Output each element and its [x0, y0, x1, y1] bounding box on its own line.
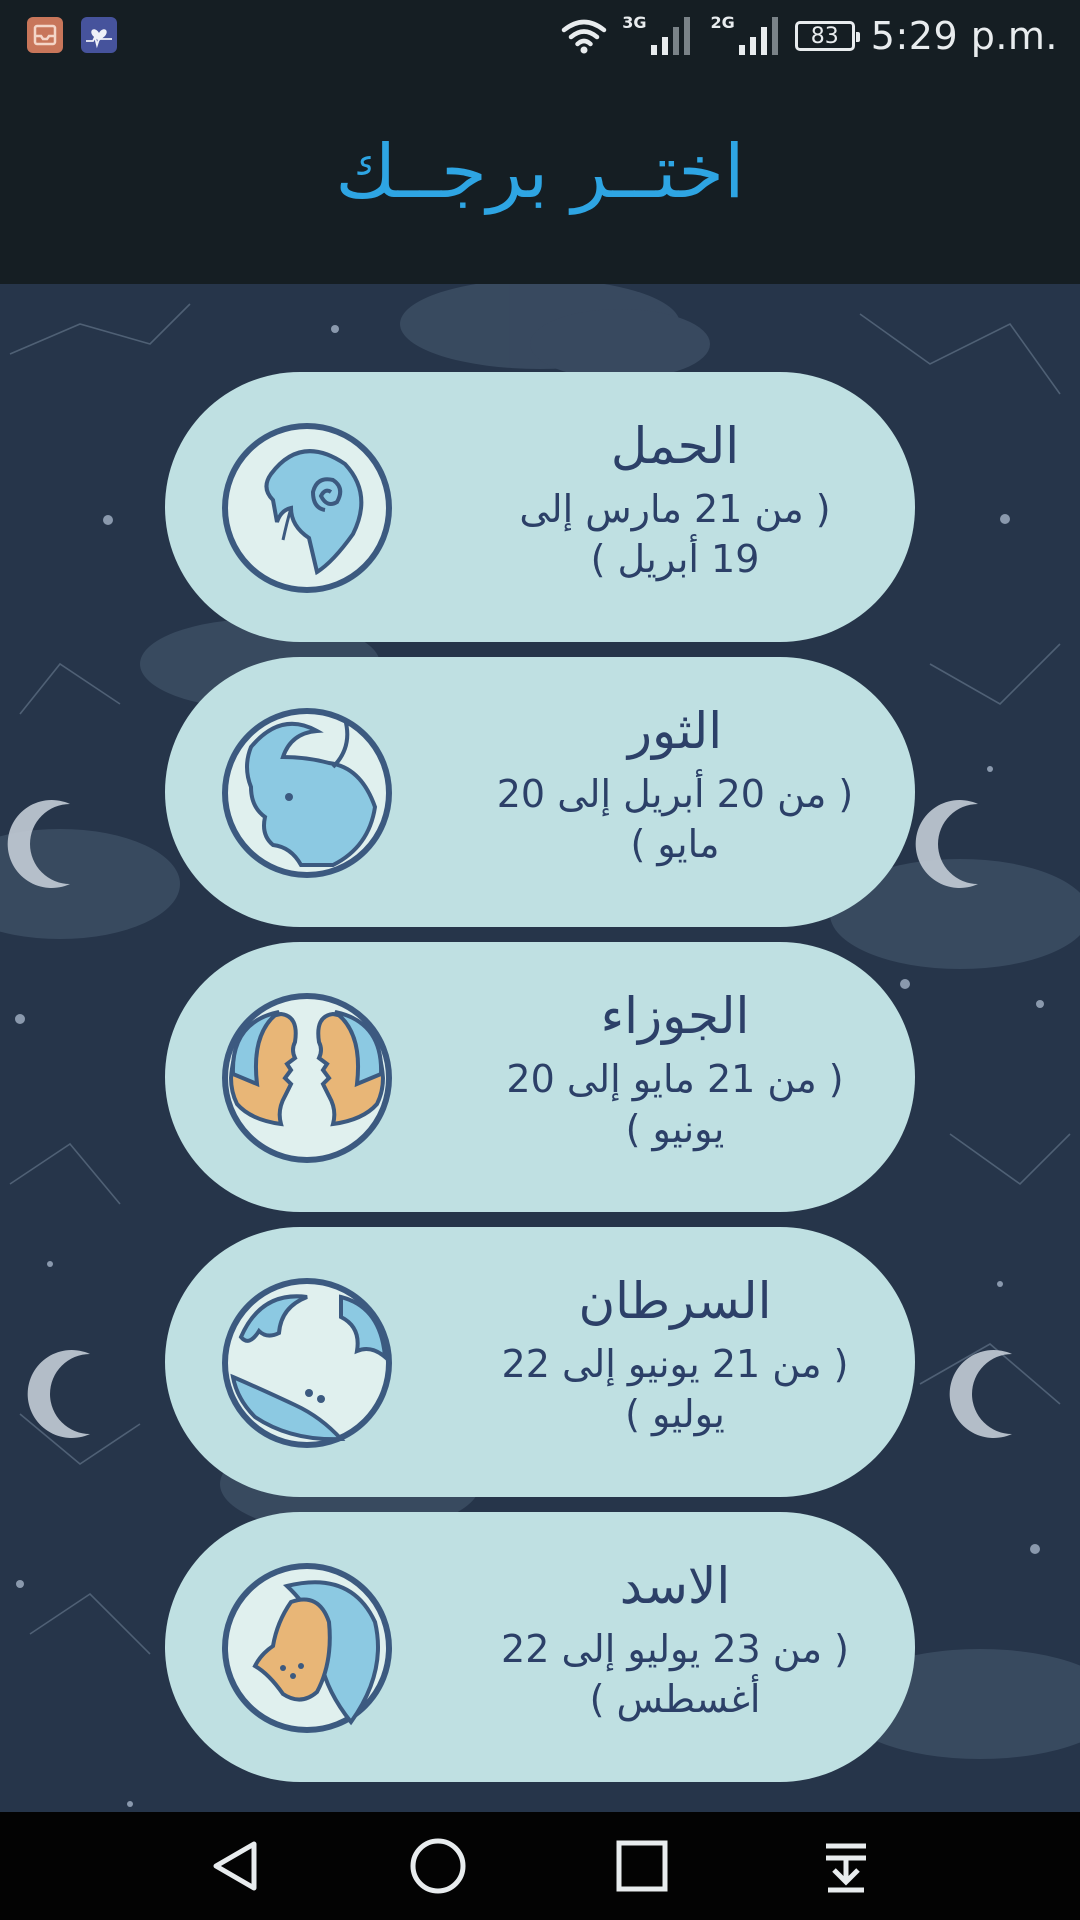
battery-level: 83 [810, 23, 839, 49]
sign-name: الاسد [619, 1557, 731, 1615]
signal-icon-1 [650, 17, 690, 55]
battery-indicator: 83 [794, 21, 860, 51]
page-title: اختــر برجــك [335, 129, 745, 215]
status-indicators: 3G 2G 83 5:29 p.m. [560, 0, 1058, 72]
wifi-icon [562, 19, 607, 54]
health-notification-icon [81, 17, 117, 53]
sign-dates: ( من 20 أبريل إلى 20 مايو ) [496, 772, 854, 866]
sign-name: الثور [627, 702, 723, 760]
aries-ram-icon [222, 423, 392, 593]
recents-icon[interactable] [612, 1836, 672, 1896]
sign-name: السرطان [578, 1272, 772, 1330]
network-type-1: 3G [622, 12, 647, 32]
sign-dates: ( من 21 يونيو إلى 22 يوليو ) [501, 1342, 849, 1436]
mail-notification-icon [27, 17, 63, 53]
network-type-2: 2G [710, 12, 735, 32]
notification-drawer-icon[interactable] [816, 1836, 876, 1896]
sign-name: الحمل [610, 417, 740, 475]
system-navigation-bar [0, 1812, 1080, 1920]
cancer-crab-icon [222, 1278, 392, 1448]
gemini-twins-icon [222, 993, 392, 1163]
sign-card-taurus[interactable]: الثور ( من 20 أبريل إلى 20 مايو ) [165, 657, 915, 927]
signal-icon-2 [738, 17, 778, 55]
app-header: اختــر برجــك [0, 72, 1080, 284]
sign-card-leo[interactable]: الاسد ( من 23 يوليو إلى 22 أغسطس ) [165, 1512, 915, 1782]
back-icon[interactable] [204, 1836, 264, 1896]
status-bar: 3G 2G 83 5:29 p.m. [0, 0, 1080, 72]
sign-name: الجوزاء [600, 987, 750, 1045]
home-icon[interactable] [408, 1836, 468, 1896]
sign-dates: ( من 23 يوليو إلى 22 أغسطس ) [501, 1627, 849, 1721]
sign-card-aries[interactable]: الحمل ( من 21 مارس إلى 19 أبريل ) [165, 372, 915, 642]
taurus-bull-icon [222, 708, 392, 878]
sign-card-gemini[interactable]: الجوزاء ( من 21 مايو إلى 20 يونيو ) [165, 942, 915, 1212]
signs-list[interactable]: الحمل ( من 21 مارس إلى 19 أبريل ) الثور … [0, 284, 1080, 1812]
clock: 5:29 p.m. [870, 14, 1058, 58]
sign-card-cancer[interactable]: السرطان ( من 21 يونيو إلى 22 يوليو ) [165, 1227, 915, 1497]
sign-dates: ( من 21 مايو إلى 20 يونيو ) [506, 1057, 844, 1151]
sign-dates: ( من 21 مارس إلى 19 أبريل ) [519, 487, 831, 581]
leo-lion-icon [222, 1563, 392, 1733]
